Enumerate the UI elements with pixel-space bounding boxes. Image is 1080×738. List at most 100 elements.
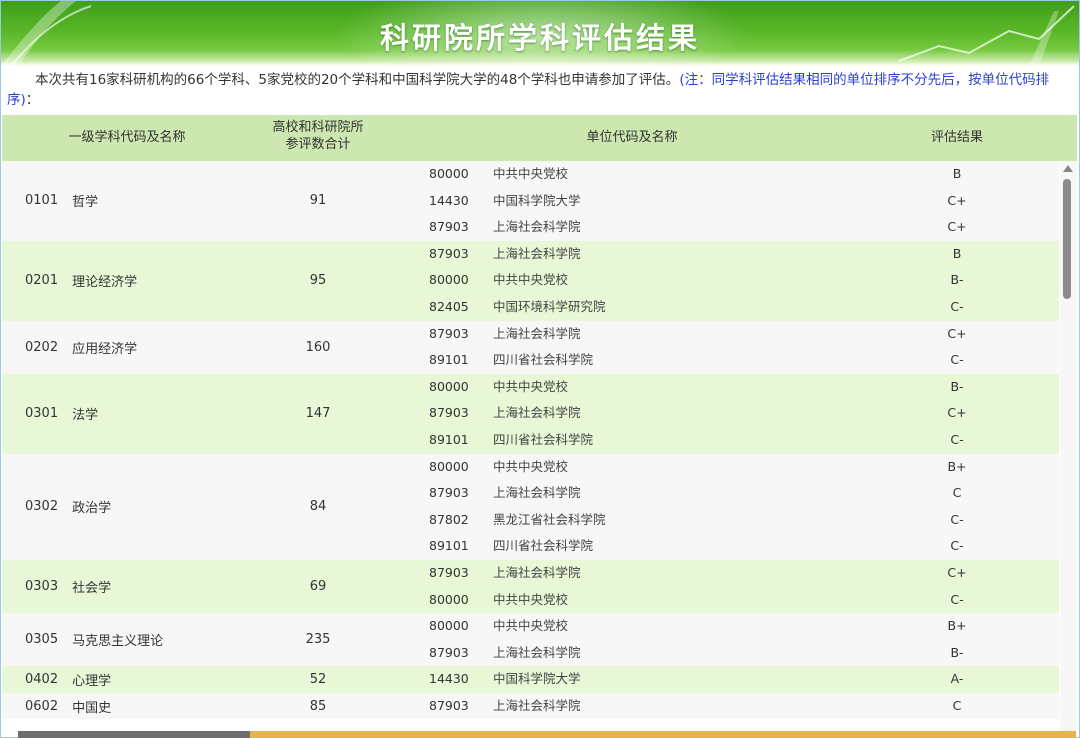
unit-name: 中国科学院大学 [493, 192, 581, 208]
unit-code: 80000 [429, 166, 469, 181]
table-row: 87903 上海社会科学院 C [2, 693, 1059, 720]
unit-name: 上海社会科学院 [493, 219, 581, 235]
table-row: 80000 中共中央党校 B- [2, 374, 1059, 401]
unit-code: 87903 [429, 245, 469, 261]
subject-group: 0302 政治学 84 80000 中共中央党校 B+ 87903 上海社会科学院 C 87802… [2, 453, 1059, 560]
table-row: 87903 上海社会科学院 B- [2, 640, 1059, 667]
table-row: 14430 中国科学院大学 A- [2, 666, 1059, 693]
evaluation-result: C- [950, 591, 964, 607]
unit-code: 80000 [429, 272, 469, 288]
unit-name: 上海社会科学院 [493, 405, 581, 421]
unit-code: 87903 [429, 405, 469, 421]
unit-name: 中共中央党校 [493, 591, 569, 607]
header-subject: 一级学科代码及名称 [68, 130, 186, 145]
table-row: 87903 上海社会科学院 C [2, 480, 1059, 507]
evaluation-result: B [952, 245, 962, 261]
scrollbar-thumb[interactable] [1063, 179, 1071, 299]
subject-group: 0202 应用经济学 160 87903 上海社会科学院 C+ 89101 四川省社会科学院 C… [2, 320, 1059, 374]
evaluation-result: A- [950, 671, 964, 687]
evaluation-result: C- [950, 538, 964, 554]
table-row: 87903 上海社会科学院 C+ [2, 214, 1059, 241]
table-row: 89101 四川省社会科学院 C- [2, 427, 1059, 454]
table-row: 87903 上海社会科学院 C+ [2, 560, 1059, 587]
table-row: 82405 中国环境科学研究院 C- [2, 294, 1059, 321]
evaluation-result: B- [950, 644, 964, 660]
unit-name: 中共中央党校 [493, 378, 569, 394]
unit-name: 中共中央党校 [493, 618, 569, 634]
unit-name: 四川省社会科学院 [493, 431, 594, 447]
unit-code: 80000 [429, 378, 469, 394]
unit-code: 80000 [429, 458, 469, 474]
header-banner: 科研院所学科评估结果 [1, 1, 1079, 66]
evaluation-result: C+ [947, 219, 967, 235]
unit-code: 82405 [429, 298, 469, 314]
page-frame: 科研院所学科评估结果 本次共有16家科研机构的66个学科、5家党校的20个学科和… [0, 0, 1080, 738]
unit-name: 上海社会科学院 [493, 564, 581, 580]
evaluation-result: C [952, 697, 962, 713]
unit-name: 中共中央党校 [493, 272, 569, 288]
scroll-up-arrow-icon[interactable] [1063, 165, 1073, 172]
table-row: 87903 上海社会科学院 C+ [2, 400, 1059, 427]
unit-name: 上海社会科学院 [493, 644, 581, 660]
table-row: 80000 中共中央党校 B+ [2, 454, 1059, 481]
table-row: 89101 四川省社会科学院 C- [2, 347, 1059, 374]
table-row: 89101 四川省社会科学院 C- [2, 533, 1059, 560]
unit-name: 四川省社会科学院 [493, 352, 594, 368]
unit-code: 87903 [429, 325, 469, 341]
unit-name: 中共中央党校 [493, 458, 569, 474]
page-title: 科研院所学科评估结果 [379, 21, 700, 55]
evaluation-result: C+ [947, 192, 967, 208]
subject-group: 0602 中国史 85 87903 上海社会科学院 C [2, 692, 1059, 720]
subject-group: 0201 理论经济学 95 87903 上海社会科学院 B 80000 中共中央党校 B- 824… [2, 240, 1059, 321]
unit-name: 中共中央党校 [493, 166, 569, 181]
evaluation-result: C- [950, 298, 964, 314]
unit-code: 89101 [429, 352, 469, 368]
evaluation-result: C+ [947, 325, 967, 341]
evaluation-result: C- [950, 352, 964, 368]
horizontal-scrollbar-track[interactable] [250, 731, 1076, 738]
intro-paragraph: 本次共有16家科研机构的66个学科、5家党校的20个学科和中国科学院大学的48个… [7, 70, 1073, 110]
unit-name: 中国环境科学研究院 [493, 298, 606, 314]
unit-code: 87802 [429, 511, 469, 527]
table-row: 80000 中共中央党校 B- [2, 267, 1059, 294]
evaluation-result: C- [950, 511, 964, 527]
unit-code: 87903 [429, 485, 469, 501]
unit-name: 上海社会科学院 [493, 697, 581, 713]
evaluation-result: C [952, 485, 962, 501]
evaluation-result: C+ [947, 564, 967, 580]
subject-group: 0305 马克思主义理论 235 80000 中共中央党校 B+ 87903 上海社会科学院 B… [2, 613, 1059, 667]
table-row: 80000 中共中央党校 B+ [2, 613, 1059, 640]
unit-code: 89101 [429, 538, 469, 554]
table-row: 87903 上海社会科学院 B [2, 241, 1059, 268]
table-row: 14430 中国科学院大学 C+ [2, 188, 1059, 215]
unit-code: 89101 [429, 431, 469, 447]
evaluation-result: C- [950, 431, 964, 447]
header-result: 评估结果 [930, 130, 983, 145]
unit-name: 上海社会科学院 [493, 325, 581, 341]
unit-code: 87903 [429, 564, 469, 580]
table-row: 80000 中共中央党校 B [2, 161, 1059, 188]
subject-group: 0303 社会学 69 87903 上海社会科学院 C+ 80000 中共中央党校 C- [2, 559, 1059, 614]
unit-code: 14430 [429, 671, 469, 687]
table-body[interactable]: 0101 哲学 91 80000 中共中央党校 B 14430 中国科学院大学 C+ 87903 上… [2, 161, 1059, 737]
evaluation-result: B+ [947, 458, 967, 474]
table-row: 87903 上海社会科学院 C+ [2, 321, 1059, 348]
evaluation-result: B- [950, 272, 964, 288]
unit-name: 黑龙江省社会科学院 [493, 511, 606, 527]
table-row: 80000 中共中央党校 C- [2, 587, 1059, 614]
subject-group: 0101 哲学 91 80000 中共中央党校 B 14430 中国科学院大学 C+ 87903 上… [2, 161, 1059, 241]
intro-colon: ： [25, 92, 40, 108]
unit-code: 87903 [429, 644, 469, 660]
header-unit: 单位代码及名称 [586, 130, 678, 145]
header-count-line1: 高校和科研院所 [272, 120, 364, 135]
table-row: 87802 黑龙江省社会科学院 C- [2, 507, 1059, 534]
intro-text: 本次共有16家科研机构的66个学科、5家党校的20个学科和中国科学院大学的48个… [35, 72, 680, 88]
unit-code: 80000 [429, 618, 469, 634]
subject-group: 0301 法学 147 80000 中共中央党校 B- 87903 上海社会科学院 C+ 8910… [2, 373, 1059, 454]
unit-name: 中国科学院大学 [493, 671, 581, 687]
horizontal-scrollbar-thumb[interactable] [18, 731, 250, 738]
evaluation-result: B+ [947, 618, 967, 634]
unit-name: 四川省社会科学院 [493, 538, 594, 554]
unit-name: 上海社会科学院 [493, 485, 581, 501]
evaluation-result: B- [950, 378, 964, 394]
